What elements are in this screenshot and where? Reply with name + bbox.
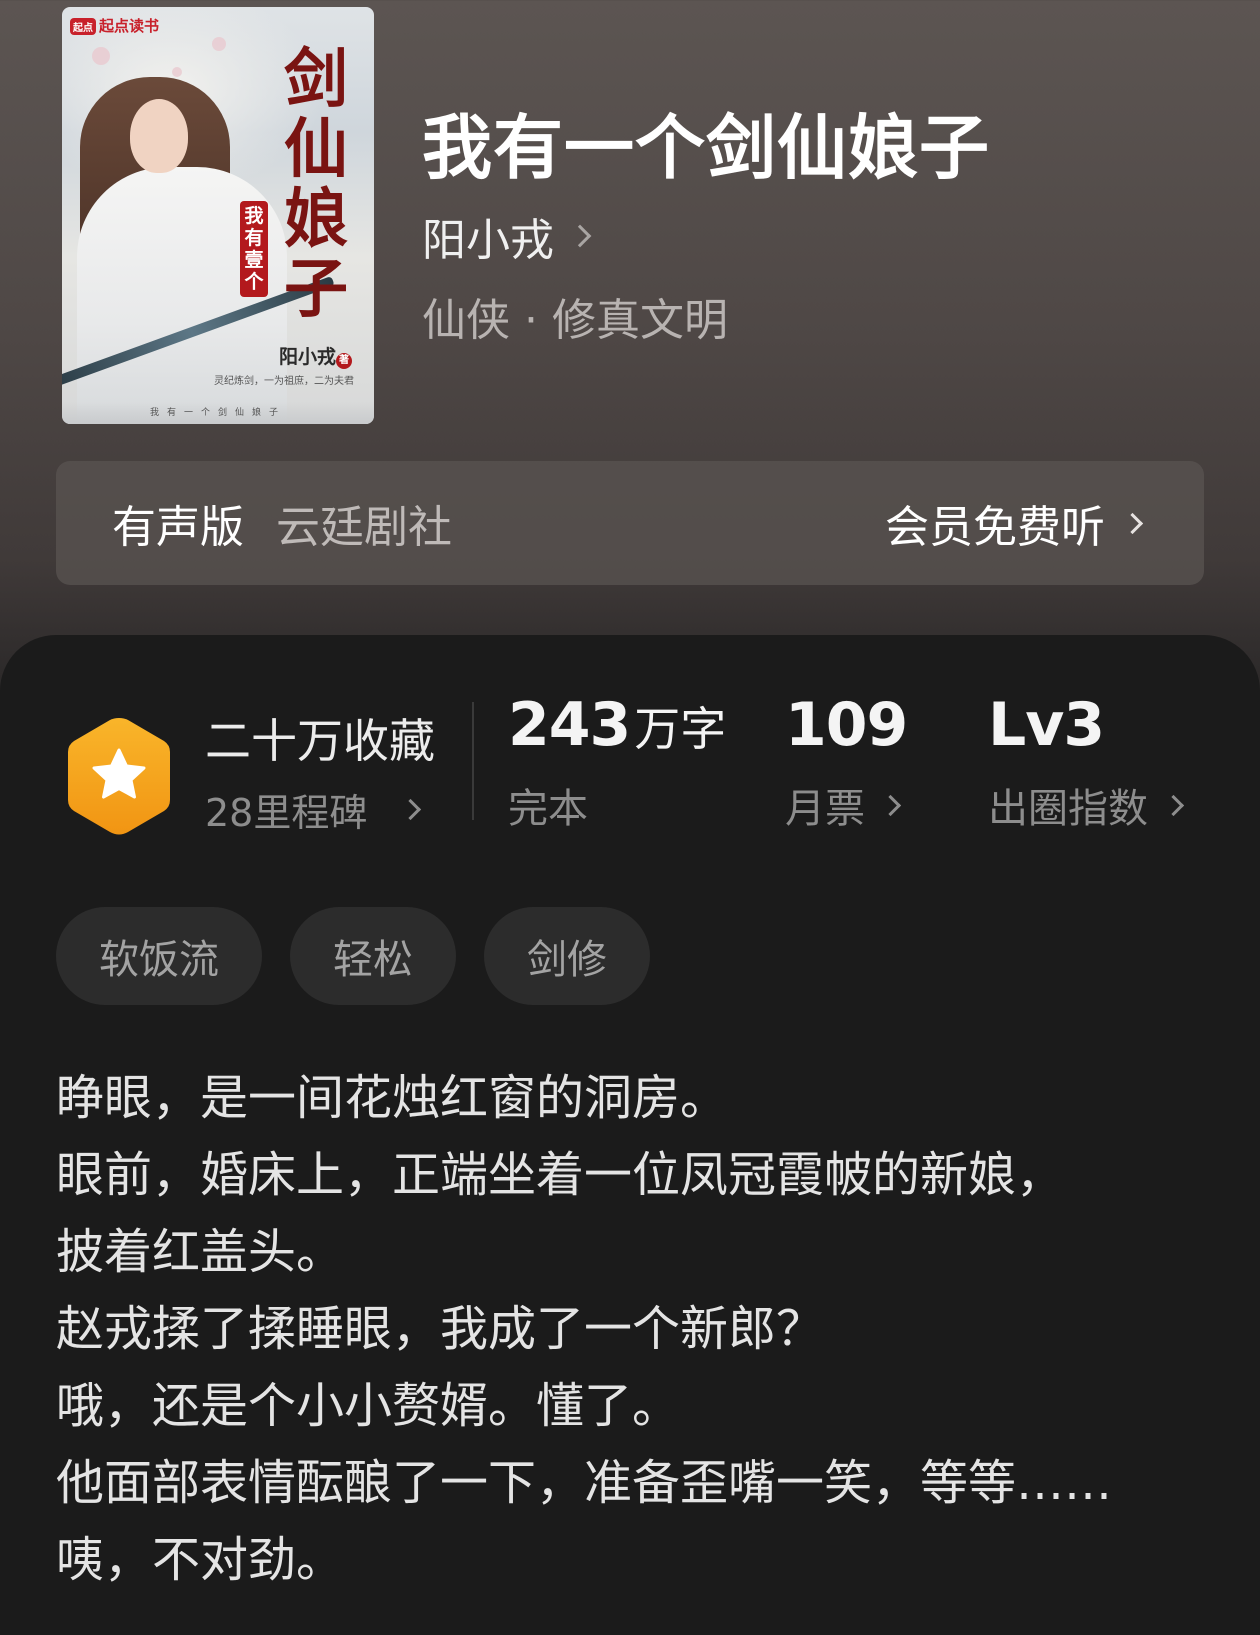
favorites-star-badge-icon bbox=[68, 718, 170, 835]
cover-tagline: 灵纪炼剑，一为祖庶，二为夫君 bbox=[214, 376, 354, 387]
description-line: 他面部表情酝酿了一下，准备歪嘴一笑，等等…… bbox=[56, 1455, 1113, 1511]
monthly-votes-count: 109 bbox=[785, 690, 908, 760]
chevron-right-icon bbox=[879, 794, 902, 816]
description-line: 赵戎揉了揉睡眼，我成了一个新郎？ bbox=[56, 1301, 825, 1357]
tag-chip[interactable]: 轻松 bbox=[290, 907, 456, 1005]
popularity-index-link[interactable]: 出圈指数 bbox=[988, 776, 1185, 834]
chevron-right-icon bbox=[1121, 512, 1144, 534]
description-line: 披着红盖头。 bbox=[56, 1224, 345, 1280]
chevron-right-icon bbox=[1162, 794, 1185, 816]
cover-figure-face bbox=[130, 99, 188, 173]
author-link[interactable]: 阳小戎 bbox=[422, 204, 592, 268]
tag-chip[interactable]: 剑修 bbox=[484, 907, 650, 1005]
member-free-listen-label: 会员免费听 bbox=[885, 502, 1105, 553]
cover-strip: 我有一个剑仙娘子 bbox=[62, 402, 374, 424]
chevron-right-icon bbox=[400, 798, 422, 821]
favorites-count: 二十万收藏 bbox=[205, 714, 435, 768]
book-description[interactable]: 睁眼，是一间花烛红窗的洞房。 眼前，婚床上，正端坐着一位凤冠霞帔的新娘， 披着红… bbox=[56, 1060, 1216, 1599]
book-title: 我有一个剑仙娘子 bbox=[422, 106, 990, 189]
stats-divider bbox=[472, 702, 474, 820]
audiobook-banner[interactable]: 有声版 云廷剧社 会员免费听 bbox=[56, 461, 1204, 585]
audiobook-label: 有声版 bbox=[112, 502, 244, 553]
cover-author: 阳小戎著 bbox=[279, 342, 352, 369]
description-line: 睁眼，是一间花烛红窗的洞房。 bbox=[56, 1070, 729, 1126]
description-line: 哦，还是个小小赘婿。懂了。 bbox=[56, 1378, 681, 1434]
audiobook-studio: 云廷剧社 bbox=[276, 502, 452, 553]
cover-brand: 起点 起点读书 bbox=[70, 15, 159, 36]
tag-list: 软饭流 轻松 剑修 bbox=[56, 907, 650, 1005]
author-name: 阳小戎 bbox=[422, 215, 554, 266]
tag-chip[interactable]: 软饭流 bbox=[56, 907, 262, 1005]
word-count: 243万字 bbox=[508, 690, 727, 760]
popularity-index-label: 出圈指数 bbox=[988, 786, 1148, 832]
milestones-label: 28里程碑 bbox=[205, 791, 368, 835]
popularity-level: Lv3 bbox=[988, 690, 1105, 760]
chevron-right-icon bbox=[568, 224, 592, 248]
monthly-votes-link[interactable]: 月票 bbox=[785, 776, 902, 834]
cover-seal: 我有壹个 bbox=[240, 201, 268, 297]
monthly-votes-label: 月票 bbox=[785, 786, 865, 832]
member-free-listen-button[interactable]: 会员免费听 bbox=[885, 491, 1144, 555]
cover-calligraphy: 剑仙娘子 bbox=[284, 42, 348, 327]
book-genre: 仙侠 · 修真文明 bbox=[422, 295, 728, 346]
description-line: 眼前，婚床上，正端坐着一位凤冠霞帔的新娘， bbox=[56, 1147, 1065, 1203]
completion-status: 完本 bbox=[508, 786, 588, 832]
book-cover[interactable]: 起点 起点读书 剑仙娘子 我有壹个 阳小戎著 灵纪炼剑，一为祖庶，二为夫君 我有一… bbox=[62, 7, 374, 424]
description-line: 咦，不对劲。 bbox=[56, 1532, 345, 1588]
milestones-link[interactable]: 28里程碑 bbox=[205, 782, 422, 837]
